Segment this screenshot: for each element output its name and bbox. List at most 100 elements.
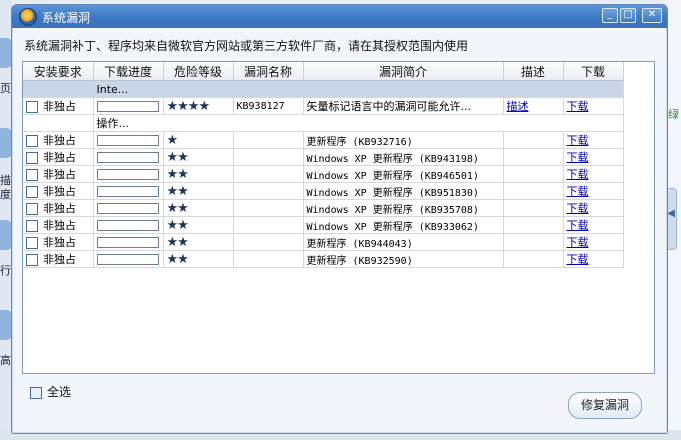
row-checkbox[interactable] [26, 203, 38, 215]
row-checkbox[interactable] [26, 101, 38, 113]
download-link[interactable]: 下载 [567, 253, 589, 266]
group-label[interactable]: 操作... [93, 114, 624, 132]
download-link[interactable]: 下载 [567, 185, 589, 198]
cell-progress [93, 199, 164, 217]
install-req-text: 非独占 [43, 236, 76, 249]
cell-vuln-name [233, 233, 304, 251]
select-all-label: 全选 [47, 385, 72, 399]
download-progress-bar [96, 152, 159, 163]
column-header-description[interactable]: 描述 [503, 62, 564, 81]
install-req-text: 非独占 [43, 134, 76, 147]
install-req-text: 非独占 [43, 100, 76, 113]
cell-progress [93, 250, 164, 268]
table-row[interactable]: 非独占 ★ 更新程序 (KB932716) 下载 [23, 131, 624, 149]
cell-download: 下载 [563, 131, 624, 149]
download-link[interactable]: 下载 [567, 202, 589, 215]
cell-download: 下载 [563, 216, 624, 234]
cell-risk-stars: ★★ [163, 199, 234, 217]
column-header-install-req[interactable]: 安装要求 [23, 62, 94, 81]
close-button[interactable]: ✕ [642, 8, 662, 23]
cell-progress [93, 233, 164, 251]
vulnerability-dialog: 系统漏洞 _ □ ✕ 系统漏洞补丁、程序均来自微软官方网站或第三方软件厂商，请在… [11, 4, 668, 434]
cell-download: 下载 [563, 165, 624, 183]
cell-vuln-intro: Windows XP 更新程序 (KB951830) [303, 182, 504, 200]
repair-vulnerabilities-button[interactable]: 修复漏洞 [568, 392, 642, 419]
download-link[interactable]: 下载 [567, 236, 589, 249]
row-checkbox[interactable] [26, 152, 38, 164]
table-row[interactable]: 非独占 ★★ Windows XP 更新程序 (KB933062) 下载 [23, 216, 624, 234]
column-header-vuln-name[interactable]: 漏洞名称 [233, 62, 304, 81]
row-checkbox[interactable] [26, 254, 38, 266]
cell-vuln-intro: Windows XP 更新程序 (KB935708) [303, 199, 504, 217]
license-notice: 系统漏洞补丁、程序均来自微软官方网站或第三方软件厂商，请在其授权范围内使用 [24, 39, 469, 53]
cell-risk-stars: ★★ [163, 216, 234, 234]
minimize-button[interactable]: _ [602, 8, 618, 23]
cell-vuln-name [233, 148, 304, 166]
row-checkbox[interactable] [26, 135, 38, 147]
download-link[interactable]: 下载 [567, 151, 589, 164]
cell-vuln-intro: 矢量标记语言中的漏洞可能允许... [303, 97, 504, 115]
table-row[interactable]: 非独占 ★★ Windows XP 更新程序 (KB951830) 下载 [23, 182, 624, 200]
cell-risk-stars: ★★ [163, 233, 234, 251]
cell-install-req: 非独占 [23, 165, 94, 183]
table-row[interactable]: 非独占 ★★ 更新程序 (KB932590) 下载 [23, 250, 624, 268]
row-checkbox[interactable] [26, 186, 38, 198]
group-row[interactable]: 操作... [23, 114, 624, 132]
maximize-button[interactable]: □ [620, 8, 636, 23]
table-row[interactable]: 非独占 ★★ Windows XP 更新程序 (KB943198) 下载 [23, 148, 624, 166]
background-text: 高 [0, 354, 11, 367]
cell-download: 下载 [563, 148, 624, 166]
app-logo-icon [19, 8, 37, 26]
cell-download: 下载 [563, 250, 624, 268]
cell-risk-stars: ★★★★ [163, 97, 234, 115]
install-req-text: 非独占 [43, 168, 76, 181]
cell-vuln-intro: 更新程序 (KB932716) [303, 131, 504, 149]
cell-install-req: 非独占 [23, 131, 94, 149]
row-checkbox[interactable] [26, 237, 38, 249]
download-progress-bar [96, 254, 159, 265]
cell-progress [93, 182, 164, 200]
vulnerability-table-panel[interactable]: 安装要求 下载进度 危险等级 漏洞名称 漏洞简介 描述 下载 Inte... 非独… [22, 61, 655, 374]
cell-description [503, 182, 564, 200]
table-row[interactable]: 非独占 ★★ Windows XP 更新程序 (KB946501) 下载 [23, 165, 624, 183]
cell-vuln-intro: 更新程序 (KB944043) [303, 233, 504, 251]
cell-description [503, 131, 564, 149]
cell-risk-stars: ★★ [163, 182, 234, 200]
cell-risk-stars: ★ [163, 131, 234, 149]
column-header-download[interactable]: 下载 [563, 62, 624, 81]
cell-vuln-intro: 更新程序 (KB932590) [303, 250, 504, 268]
group-label[interactable]: Inte... [93, 80, 624, 98]
cell-vuln-intro: Windows XP 更新程序 (KB933062) [303, 216, 504, 234]
download-progress-bar [96, 220, 159, 231]
cell-vuln-name [233, 250, 304, 268]
dialog-titlebar[interactable]: 系统漏洞 _ □ ✕ [12, 5, 667, 28]
cell-vuln-name [233, 131, 304, 149]
table-row[interactable]: 非独占 ★★★★ KB938127 矢量标记语言中的漏洞可能允许... 描述 下载 [23, 97, 624, 115]
download-link[interactable]: 下载 [567, 134, 589, 147]
cell-description [503, 250, 564, 268]
install-req-text: 非独占 [43, 185, 76, 198]
table-row[interactable]: 非独占 ★★ 更新程序 (KB944043) 下载 [23, 233, 624, 251]
description-link[interactable]: 描述 [507, 100, 529, 113]
column-header-risk-level[interactable]: 危险等级 [163, 62, 234, 81]
column-header-vuln-intro[interactable]: 漏洞简介 [303, 62, 504, 81]
cell-download: 下载 [563, 182, 624, 200]
cell-progress [93, 97, 164, 115]
table-body: Inte... 非独占 ★★★★ KB938127 矢量标记语言中的漏洞可能允许... 描… [23, 80, 624, 268]
cell-vuln-intro: Windows XP 更新程序 (KB946501) [303, 165, 504, 183]
checkbox-icon [30, 386, 42, 399]
select-all-checkbox[interactable]: 全选 [30, 383, 71, 400]
download-progress-bar [96, 135, 159, 146]
cell-risk-stars: ★★ [163, 250, 234, 268]
group-row[interactable]: Inte... [23, 80, 624, 98]
row-checkbox[interactable] [26, 169, 38, 181]
table-row[interactable]: 非独占 ★★ Windows XP 更新程序 (KB935708) 下载 [23, 199, 624, 217]
cell-install-req: 非独占 [23, 216, 94, 234]
row-checkbox[interactable] [26, 220, 38, 232]
background-text: 度 [0, 188, 11, 201]
download-link[interactable]: 下载 [567, 100, 589, 113]
download-link[interactable]: 下载 [567, 219, 589, 232]
download-link[interactable]: 下载 [567, 168, 589, 181]
cell-description [503, 148, 564, 166]
column-header-progress[interactable]: 下载进度 [93, 62, 164, 81]
